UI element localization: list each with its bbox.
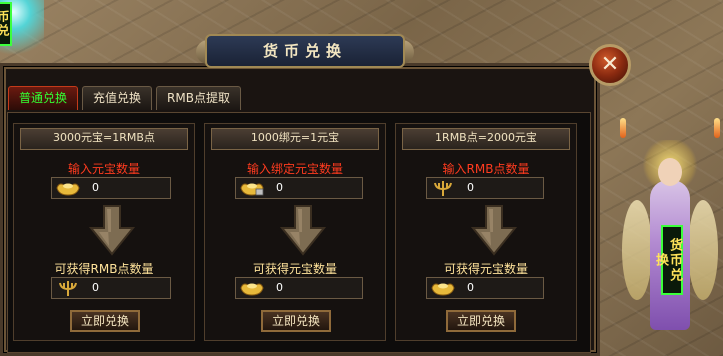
- torch-icon: [714, 118, 720, 138]
- bound-ingot-amount-input[interactable]: 0: [235, 177, 363, 199]
- output-value: 0: [92, 281, 99, 294]
- rmb-amount-output: 0: [51, 277, 171, 299]
- output-label: 可获得元宝数量: [252, 262, 337, 276]
- exchange-column-ingot-to-rmb: 3000元宝=1RMB点 输入元宝数量 0 可获得RMB点数量 0 立即兑换: [13, 123, 195, 341]
- exchange-column-rmb-to-ingot: 1RMB点=2000元宝 输入RMB点数量 0 可获得元宝数量 0 立即兑换: [395, 123, 577, 341]
- output-label: 可获得元宝数量: [443, 262, 528, 276]
- gold-ingot-icon: [240, 283, 264, 296]
- ingot-amount-output: 0: [235, 277, 363, 299]
- trident-icon: [59, 281, 77, 296]
- output-label: 可获得RMB点数量: [54, 262, 154, 276]
- input-label: 输入元宝数量: [67, 162, 140, 176]
- output-value: 0: [467, 281, 474, 294]
- wing: [622, 200, 652, 300]
- exchange-rate: 1RMB点=2000元宝: [402, 128, 570, 150]
- convert-now-button[interactable]: 立即兑换: [261, 310, 331, 332]
- input-value: 0: [276, 181, 283, 194]
- input-label: 输入绑定元宝数量: [246, 162, 343, 176]
- ingot-amount-output: 0: [426, 277, 544, 299]
- trident-icon: [434, 181, 452, 196]
- torch-icon: [620, 118, 626, 138]
- close-button[interactable]: ✕: [589, 44, 631, 86]
- tab-rmb-withdraw[interactable]: RMB点提取: [156, 86, 241, 110]
- window-title: 货币兑换: [205, 34, 405, 68]
- convert-now-button[interactable]: 立即兑换: [446, 310, 516, 332]
- input-label: 输入RMB点数量: [442, 162, 530, 176]
- tab-normal-exchange[interactable]: 普通兑换: [8, 86, 79, 110]
- side-banner-left[interactable]: 币兑: [0, 2, 12, 46]
- input-value: 0: [92, 181, 99, 194]
- input-value: 0: [467, 181, 474, 194]
- ingot-amount-input[interactable]: 0: [51, 177, 171, 199]
- wing: [688, 200, 718, 300]
- exchange-column-bound-to-ingot: 1000绑元=1元宝 输入绑定元宝数量 0 可获得元宝数量 0 立即兑换: [204, 123, 386, 341]
- gold-ingot-icon: [431, 283, 455, 296]
- tab-recharge-exchange[interactable]: 充值兑换: [82, 86, 153, 110]
- gold-ingot-icon: [56, 183, 80, 196]
- arrow-down-icon: [470, 205, 518, 256]
- exchange-rate: 3000元宝=1RMB点: [20, 128, 188, 150]
- exchange-rate: 1000绑元=1元宝: [211, 128, 379, 150]
- convert-now-button[interactable]: 立即兑换: [70, 310, 140, 332]
- rmb-amount-input[interactable]: 0: [426, 177, 544, 199]
- arrow-down-icon: [88, 205, 136, 256]
- npc-head: [658, 158, 682, 186]
- side-banner-currency-exchange[interactable]: 货币兑换: [653, 225, 683, 295]
- tab-bar: 普通兑换 充值兑换 RMB点提取: [8, 86, 245, 110]
- arrow-down-icon: [279, 205, 327, 256]
- output-value: 0: [276, 281, 283, 294]
- bound-ingot-icon: [240, 183, 264, 196]
